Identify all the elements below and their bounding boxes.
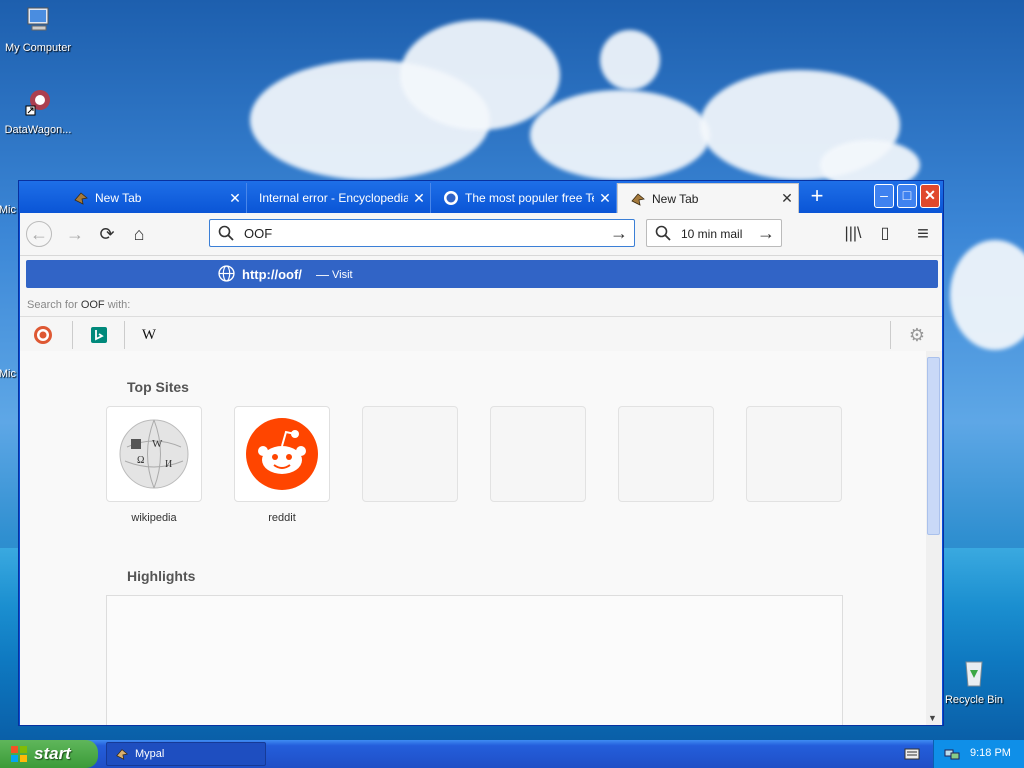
taskbar-item-label: Mypal	[135, 748, 165, 760]
computer-icon	[27, 7, 49, 31]
suggestion-separator: —	[316, 267, 329, 282]
top-site-wikipedia[interactable]: W Ω И	[106, 406, 202, 502]
svg-text:И: И	[165, 459, 172, 470]
search-term: OOF	[80, 299, 105, 311]
mypal-icon	[116, 749, 129, 760]
go-arrow-icon[interactable]: →	[757, 223, 775, 244]
network-icon[interactable]	[944, 746, 960, 762]
tab-label: New Tab	[652, 191, 699, 206]
tab-new-tab-active[interactable]: New Tab ✕	[617, 183, 799, 213]
top-site-empty[interactable]	[618, 406, 714, 502]
browser-window: New Tab ✕ Internal error - Encyclopedia …	[18, 180, 944, 726]
home-button[interactable]: ⌂	[126, 221, 152, 247]
tab-populer-free[interactable]: The most populer free Ter ✕	[431, 183, 617, 213]
taskbar-item-mypal[interactable]: Mypal	[106, 742, 266, 766]
site-icon	[444, 191, 458, 205]
tab-strip: New Tab ✕ Internal error - Encyclopedia …	[19, 181, 943, 213]
top-site-empty[interactable]	[490, 406, 586, 502]
cloud	[950, 240, 1024, 350]
top-site-label: reddit	[268, 512, 296, 524]
reload-button[interactable]: ⟳	[94, 221, 120, 247]
top-site-label: wikipedia	[131, 512, 177, 524]
svg-text:Ω: Ω	[137, 455, 144, 466]
url-bar[interactable]: →	[209, 219, 635, 247]
minimize-button[interactable]: –	[874, 184, 894, 208]
scroll-down-icon[interactable]: ▼	[928, 713, 937, 723]
new-tab-button[interactable]: +	[805, 185, 829, 209]
search-engines-bar: W ⚙	[20, 316, 942, 354]
start-button[interactable]: start	[0, 740, 98, 768]
highlights-title: Highlights	[127, 568, 196, 584]
desktop-icon-my-computer[interactable]: My Computer	[0, 4, 78, 54]
scrollbar-thumb[interactable]	[927, 357, 940, 535]
search-input[interactable]	[679, 226, 755, 242]
svg-text:W: W	[152, 438, 163, 450]
search-for-text: Search for OOF with:	[27, 299, 131, 311]
divider	[72, 321, 73, 349]
close-icon[interactable]: ✕	[776, 190, 798, 207]
forward-button[interactable]: →	[62, 221, 88, 247]
close-window-button[interactable]: ✕	[920, 184, 940, 208]
url-dropdown: http://oof/ — Visit Search for OOF with:…	[20, 255, 942, 354]
tab-internal-error[interactable]: Internal error - Encyclopedia S ✕	[247, 183, 431, 213]
start-label: start	[34, 744, 71, 763]
close-icon[interactable]: ✕	[408, 190, 430, 207]
recycle-bin-icon	[965, 661, 983, 687]
mypal-icon	[631, 192, 645, 206]
search-bar[interactable]: →	[646, 219, 782, 247]
duckduckgo-icon[interactable]	[32, 324, 54, 346]
cloud	[400, 20, 560, 130]
cloud	[600, 30, 660, 90]
vertical-scrollbar[interactable]: ▼	[926, 351, 942, 725]
keyboard-icon[interactable]	[904, 747, 920, 761]
tab-label: New Tab	[95, 191, 142, 205]
divider	[890, 321, 891, 349]
taskbar: start Mypal 9:18 PM	[0, 740, 1024, 768]
tab-label: Internal error - Encyclopedia S	[259, 191, 408, 205]
go-arrow-icon[interactable]: →	[610, 223, 628, 244]
search-icon	[218, 225, 234, 241]
maximize-button[interactable]: □	[897, 184, 917, 208]
desktop-icon-label: Recycle Bin	[944, 694, 1004, 706]
divider	[124, 321, 125, 349]
tab-label: The most populer free Ter	[465, 191, 594, 205]
gear-icon[interactable]: ⚙	[906, 324, 928, 346]
top-sites-title: Top Sites	[127, 379, 189, 395]
suggestion-url: http://oof/	[242, 267, 302, 282]
back-button[interactable]: ←	[26, 221, 52, 247]
nav-toolbar: ← → ⟳ ⌂ → → |||\ ▯ ≡	[20, 213, 942, 255]
top-site-empty[interactable]	[746, 406, 842, 502]
bing-icon[interactable]	[88, 324, 110, 346]
datawagon-icon	[25, 90, 50, 116]
new-tab-page: Top Sites W Ω И wikipedia reddit Highlig…	[20, 351, 926, 725]
system-tray: 9:18 PM	[933, 740, 1024, 768]
url-suggestion[interactable]: http://oof/ — Visit	[26, 260, 938, 288]
search-icon	[655, 225, 671, 241]
menu-icon[interactable]: ≡	[910, 221, 936, 247]
wikipedia-globe-icon: W Ω И	[119, 419, 189, 489]
mypal-icon	[74, 192, 88, 205]
desktop-icon-recycle-bin[interactable]: Recycle Bin	[934, 656, 1014, 706]
clock: 9:18 PM	[970, 747, 1011, 759]
wikipedia-icon[interactable]: W	[138, 324, 160, 346]
highlights-panel	[106, 595, 843, 725]
desktop-icon-label: DataWagon...	[4, 124, 72, 136]
url-input[interactable]	[242, 225, 606, 242]
close-icon[interactable]: ✕	[594, 190, 616, 207]
reddit-icon	[246, 418, 318, 490]
cloud	[530, 90, 710, 180]
top-site-empty[interactable]	[362, 406, 458, 502]
desktop-icon-label: My Computer	[4, 42, 72, 54]
windows-flag-icon	[11, 746, 27, 762]
desktop-icon-datawagon[interactable]: DataWagon...	[0, 86, 78, 136]
sidebar-icon[interactable]: ▯	[872, 221, 898, 247]
globe-icon	[218, 265, 235, 282]
top-site-reddit[interactable]	[234, 406, 330, 502]
library-icon[interactable]: |||\	[840, 221, 866, 247]
tab-new-tab-1[interactable]: New Tab ✕	[61, 183, 247, 213]
suggestion-action: Visit	[332, 269, 353, 281]
close-icon[interactable]: ✕	[224, 190, 246, 207]
